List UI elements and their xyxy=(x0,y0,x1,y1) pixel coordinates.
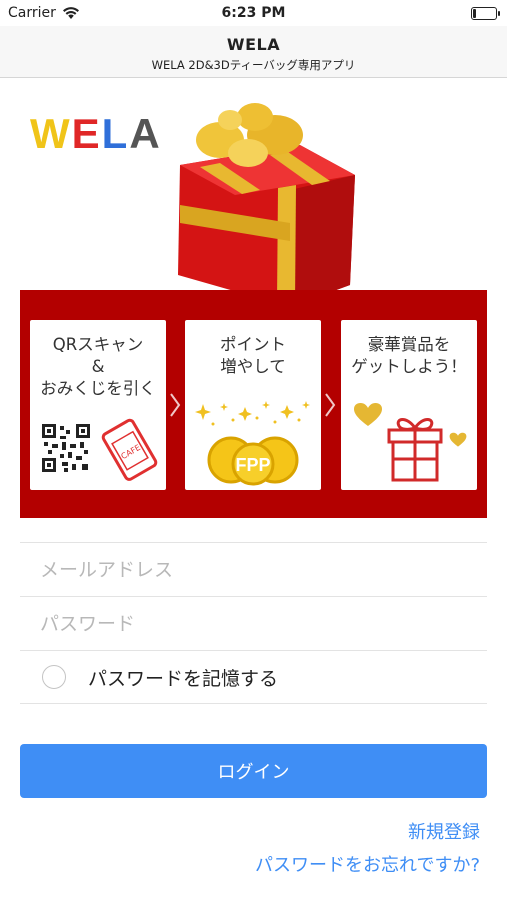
heart-small-icon xyxy=(449,432,467,447)
forgot-password-link[interactable]: パスワードをお忘れですか? xyxy=(255,851,480,877)
wela-logo: WELA xyxy=(30,110,162,158)
nav-header: WELA WELA 2D&3Dティーバッグ専用アプリ xyxy=(0,26,507,78)
present-icon xyxy=(387,418,443,482)
logo-letter-l: L xyxy=(101,110,130,157)
logo-letter-w: W xyxy=(30,110,72,157)
login-button[interactable]: ログイン xyxy=(20,744,487,798)
how-it-works-banner: QRスキャン & おみくじを引く CAFE ポイント 増やして FPP 豪華賞品… xyxy=(20,290,487,518)
password-row xyxy=(20,596,487,650)
status-time: 6:23 PM xyxy=(221,5,286,21)
coin-text: FPP xyxy=(235,455,270,475)
logo-letter-e: E xyxy=(71,110,102,157)
password-field[interactable] xyxy=(20,597,487,650)
step-card-points-text: ポイント 増やして xyxy=(220,335,286,376)
status-bar: Carrier 6:23 PM xyxy=(0,0,507,26)
qr-code-icon xyxy=(42,424,90,472)
step-card-points: ポイント 増やして FPP xyxy=(185,320,321,490)
step-card-prize-text: 豪華賞品を ゲットしよう！ xyxy=(351,335,467,376)
chevron-right-icon xyxy=(169,392,181,418)
battery-icon xyxy=(471,7,500,20)
gift-box-illustration xyxy=(178,103,355,307)
remember-label: パスワードを記憶する xyxy=(88,667,279,690)
email-field[interactable] xyxy=(20,543,487,596)
step-card-prize: 豪華賞品を ゲットしよう！ xyxy=(341,320,477,490)
email-row xyxy=(20,542,487,596)
step-card-qr-text: QRスキャン & おみくじを引く xyxy=(40,335,156,398)
logo-letter-a: A xyxy=(129,110,162,157)
register-link[interactable]: 新規登録 xyxy=(408,818,480,844)
ticket-icon: CAFE xyxy=(101,418,158,481)
remember-row: パスワードを記憶する xyxy=(20,650,487,704)
step-card-qr: QRスキャン & おみくじを引く CAFE xyxy=(30,320,166,490)
heart-icon xyxy=(354,403,382,426)
remember-password-toggle[interactable]: パスワードを記憶する xyxy=(20,651,487,703)
coins-icon: FPP xyxy=(207,436,299,486)
chevron-right-icon xyxy=(324,392,336,418)
sparkles-icon xyxy=(195,401,310,426)
page-title: WELA xyxy=(226,35,281,54)
page-subtitle: WELA 2D&3Dティーバッグ専用アプリ xyxy=(151,58,356,72)
remember-radio[interactable] xyxy=(42,665,66,689)
